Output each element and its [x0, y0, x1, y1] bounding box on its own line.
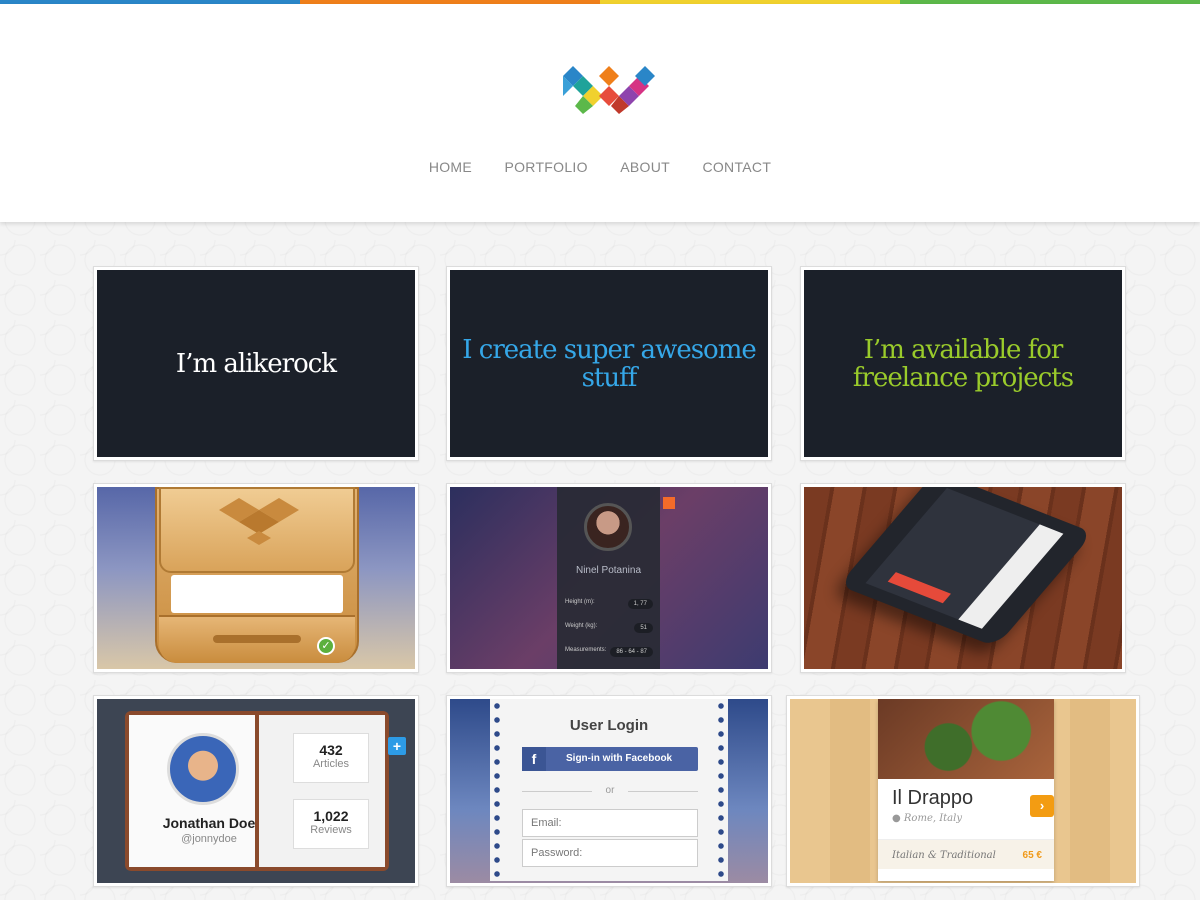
portfolio-tile-profile[interactable]: Ninel Potanina Height (m): 1, 77 Weight …: [446, 483, 772, 673]
tile-inner: I create super awesome stuff: [450, 270, 768, 457]
profile-row-value: 1, 77: [627, 599, 653, 609]
main-nav: HOME PORTFOLIO ABOUT CONTACT: [0, 159, 1200, 177]
portfolio-tile-freelance[interactable]: I’m available for freelance projects: [800, 266, 1126, 461]
create-text: I create super awesome stuff: [462, 334, 757, 393]
avatar: [167, 733, 239, 805]
portfolio-tile-phone[interactable]: [800, 483, 1126, 673]
reviews-label: Reviews: [310, 824, 352, 836]
chevron-right-icon: ›: [1030, 795, 1054, 817]
facebook-signin-button: f Sign-in with Facebook: [522, 747, 698, 771]
nav-home[interactable]: HOME: [429, 159, 472, 175]
phone-art: [804, 487, 1122, 669]
mail-icon: [663, 497, 675, 509]
profile-row: Height (m): 1, 77: [565, 599, 653, 617]
dropbox-art: ✓: [97, 487, 415, 669]
or-divider: or: [522, 785, 698, 796]
articles-stat: 432 Articles: [293, 733, 369, 783]
portfolio-tile-restaurant[interactable]: Il Drappo ● Rome, Italy Italian & Tradit…: [786, 695, 1140, 887]
food-image: [878, 699, 1054, 779]
profile-row: Weight (kg): 51: [565, 623, 653, 641]
portfolio-tile-jonathan[interactable]: Jonathan Doe @jonnydoe 432 Articles 1,02…: [93, 695, 419, 887]
book-page-left: Jonathan Doe @jonnydoe: [129, 715, 255, 867]
profile-name: Ninel Potanina: [575, 565, 642, 576]
paper-stack: [171, 575, 343, 613]
profile-row-label: Weight (kg):: [565, 623, 598, 629]
profile-row: Measurements: 86 - 64 - 87: [565, 647, 653, 665]
restaurant-name: Il Drappo: [892, 787, 974, 809]
nav-contact[interactable]: CONTACT: [702, 159, 771, 175]
cuisine-label: Italian & Traditional: [892, 850, 996, 861]
facebook-icon: f: [522, 747, 546, 771]
restaurant-location: ● Rome, Italy: [892, 813, 962, 824]
jonathan-art: Jonathan Doe @jonnydoe 432 Articles 1,02…: [97, 699, 415, 883]
profile-row-label: Measurements:: [565, 647, 607, 653]
email-field: Email:: [522, 809, 698, 837]
phone-sidebar: [958, 524, 1064, 629]
intro-text: I’m alikerock: [175, 348, 337, 379]
profile-row-value: 51: [634, 623, 653, 633]
nav-portfolio[interactable]: PORTFOLIO: [504, 159, 587, 175]
logo-icon[interactable]: [563, 66, 655, 114]
facebook-signin-label: Sign-in with Facebook: [566, 753, 673, 764]
location-text: Rome, Italy: [903, 813, 962, 824]
restaurant-art: Il Drappo ● Rome, Italy Italian & Tradit…: [790, 699, 1136, 883]
articles-count: 432: [319, 742, 343, 758]
portfolio-tile-intro[interactable]: I’m alikerock: [93, 266, 419, 461]
dropbox-icon: [219, 498, 299, 545]
restaurant-footer: Italian & Traditional 65 €: [878, 839, 1054, 869]
login-art: User Login f Sign-in with Facebook or Em…: [450, 699, 768, 883]
drawer-slot: [213, 635, 301, 643]
check-icon: ✓: [317, 637, 335, 655]
tile-inner: I’m available for freelance projects: [804, 270, 1122, 457]
crate-lid: [159, 487, 355, 573]
profile-book: Jonathan Doe @jonnydoe 432 Articles 1,02…: [125, 711, 389, 871]
profile-row-label: Height (m):: [565, 599, 595, 605]
price-label: 65 €: [1022, 850, 1042, 861]
phone: [838, 487, 1094, 647]
reviews-count: 1,022: [313, 808, 349, 824]
nav-about[interactable]: ABOUT: [620, 159, 670, 175]
profile-card: Ninel Potanina Height (m): 1, 77 Weight …: [557, 487, 660, 669]
profile-art: Ninel Potanina Height (m): 1, 77 Weight …: [450, 487, 768, 669]
pin-icon: ●: [892, 813, 904, 824]
portfolio-tile-create[interactable]: I create super awesome stuff: [446, 266, 772, 461]
login-panel: User Login f Sign-in with Facebook or Em…: [490, 699, 728, 881]
login-title: User Login: [569, 717, 649, 734]
site-header: HOME PORTFOLIO ABOUT CONTACT: [0, 4, 1200, 222]
articles-label: Articles: [312, 758, 350, 770]
sign-out-button: [887, 572, 951, 604]
profile-row-value: 86 - 64 - 87: [610, 647, 653, 657]
password-field: Password:: [522, 839, 698, 867]
plus-icon: +: [388, 737, 406, 755]
reviews-stat: 1,022 Reviews: [293, 799, 369, 849]
portfolio-tile-dropbox[interactable]: ✓: [93, 483, 419, 673]
restaurant-card: Il Drappo ● Rome, Italy Italian & Tradit…: [878, 699, 1054, 881]
portfolio-tile-login[interactable]: User Login f Sign-in with Facebook or Em…: [446, 695, 772, 887]
freelance-text: I’m available for freelance projects: [852, 334, 1074, 393]
phone-screen: [865, 487, 1064, 629]
avatar: [584, 503, 632, 551]
tile-inner: I’m alikerock: [97, 270, 415, 457]
